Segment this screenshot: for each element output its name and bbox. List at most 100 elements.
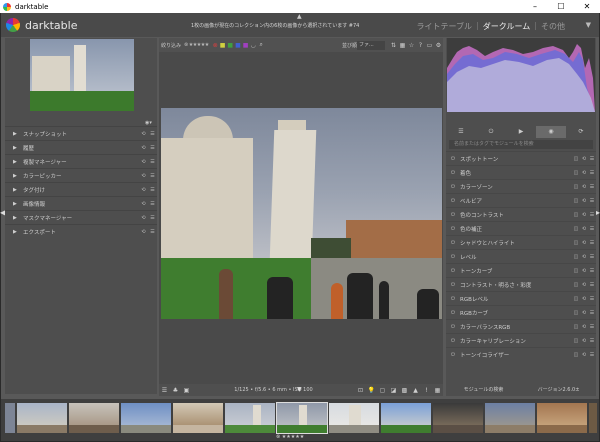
power-icon[interactable]: ⏻ xyxy=(451,324,460,330)
filmstrip-thumbnail[interactable] xyxy=(5,403,15,433)
multi-instance-icon[interactable]: ◫ xyxy=(572,240,580,246)
collapse-top-arrow-icon[interactable]: ▲ xyxy=(297,13,302,20)
view-lighttable[interactable]: ライトテーブル xyxy=(417,21,473,32)
multi-instance-icon[interactable]: ◫ xyxy=(572,324,580,330)
presets-icon[interactable]: ☰ xyxy=(588,240,596,246)
left-module-item[interactable]: ▶ 画像情報 ⟲ ☰ xyxy=(5,196,157,210)
right-module-item[interactable]: ⏻ 色の補正 ◫ ⟲ ☰ xyxy=(446,221,596,235)
right-module-item[interactable]: ⏻ カラーゾーン ◫ ⟲ ☰ xyxy=(446,179,596,193)
shortcuts-icon[interactable]: ▭ xyxy=(425,42,434,49)
power-icon[interactable]: ⏻ xyxy=(451,198,460,204)
reset-icon[interactable]: ⟲ xyxy=(580,268,588,274)
multi-instance-icon[interactable]: ◫ xyxy=(572,170,580,176)
power-icon[interactable]: ⏻ xyxy=(451,282,460,288)
filmstrip-thumbnail-selected[interactable] xyxy=(276,402,328,434)
softproof-icon[interactable]: ▩ xyxy=(399,387,410,394)
tab-color[interactable]: ◉ xyxy=(536,126,566,138)
right-module-item[interactable]: ⏻ レベル ◫ ⟲ ☰ xyxy=(446,249,596,263)
grouping-icon[interactable]: ▦ xyxy=(398,42,407,49)
filmstrip-thumbnail[interactable] xyxy=(485,403,535,433)
color-label-green[interactable]: ■ xyxy=(227,42,233,49)
right-module-item[interactable]: ⏻ RGBカーブ ◫ ⟲ ☰ xyxy=(446,305,596,319)
right-module-item[interactable]: ⏻ 着色 ◫ ⟲ ☰ xyxy=(446,165,596,179)
left-module-item[interactable]: ▶ マスクマネージャー ⟲ ☰ xyxy=(5,210,157,224)
right-module-item[interactable]: ⏻ ベルビア ◫ ⟲ ☰ xyxy=(446,193,596,207)
right-module-item[interactable]: ⏻ スポットトーン ◫ ⟲ ☰ xyxy=(446,151,596,165)
power-icon[interactable]: ⏻ xyxy=(451,170,460,176)
presets-icon[interactable]: ☰ xyxy=(588,310,596,316)
reset-icon[interactable]: ⟲ xyxy=(139,145,148,151)
presets-icon[interactable]: ☰ xyxy=(588,170,596,176)
multi-instance-icon[interactable]: ◫ xyxy=(572,254,580,260)
left-module-item[interactable]: ▶ スナップショット ⟲ ☰ xyxy=(5,126,157,140)
multi-instance-icon[interactable]: ◫ xyxy=(572,268,580,274)
maximize-button[interactable]: ☐ xyxy=(548,2,574,11)
multi-instance-icon[interactable]: ◫ xyxy=(572,156,580,162)
power-icon[interactable]: ⏻ xyxy=(451,254,460,260)
presets-icon[interactable]: ☰ xyxy=(148,145,157,151)
left-module-item[interactable]: ▶ エクスポート ⟲ ☰ xyxy=(5,224,157,238)
reset-icon[interactable]: ⟲ xyxy=(580,310,588,316)
reset-icon[interactable]: ⟲ xyxy=(580,296,588,302)
gear-icon[interactable]: ⚙ xyxy=(434,42,443,49)
image-canvas[interactable] xyxy=(159,52,443,384)
presets-icon[interactable]: ☰ xyxy=(588,254,596,260)
tab-correct[interactable]: ⟳ xyxy=(566,126,596,138)
power-icon[interactable]: ⏻ xyxy=(451,296,460,302)
reset-icon[interactable]: ⟲ xyxy=(580,212,588,218)
multi-instance-icon[interactable]: ◫ xyxy=(572,198,580,204)
power-icon[interactable]: ⏻ xyxy=(451,352,460,358)
rating-filter[interactable]: ⊗ ★★★★★ xyxy=(184,42,209,48)
sort-order-icon[interactable]: ⇅ xyxy=(389,42,398,49)
presets-icon[interactable]: ☰ xyxy=(148,201,157,207)
filmstrip-thumbnail[interactable] xyxy=(225,403,275,433)
gamut-check-icon[interactable]: ▲ xyxy=(410,387,421,394)
presets-icon[interactable]: ☰ xyxy=(588,338,596,344)
presets-icon[interactable]: ☰ xyxy=(148,215,157,221)
power-icon[interactable]: ⏻ xyxy=(451,156,460,162)
presets-icon[interactable]: ☰ xyxy=(148,229,157,235)
color-assessment-icon[interactable]: 💡 xyxy=(366,387,377,394)
reset-icon[interactable]: ⟲ xyxy=(580,324,588,330)
collapse-bottom-arrow-icon[interactable]: ▼ xyxy=(297,386,302,393)
reset-icon[interactable]: ⟲ xyxy=(580,198,588,204)
presets-icon[interactable]: ☰ xyxy=(588,282,596,288)
presets-icon[interactable]: ☰ xyxy=(588,184,596,190)
right-module-item[interactable]: ⏻ RGBレベル ◫ ⟲ ☰ xyxy=(446,291,596,305)
tab-active-modules[interactable]: ⏻ xyxy=(476,126,506,138)
right-module-item[interactable]: ⏻ トーンカーブ ◫ ⟲ ☰ xyxy=(446,263,596,277)
color-label-red[interactable]: ⊗ xyxy=(213,42,218,49)
power-icon[interactable]: ⏻ xyxy=(451,268,460,274)
power-icon[interactable]: ⏻ xyxy=(451,226,460,232)
filmstrip-thumbnail[interactable] xyxy=(17,403,67,433)
guides-icon[interactable]: ▦ xyxy=(432,387,443,394)
module-search-label[interactable]: モジュールの検索 xyxy=(446,386,521,396)
presets-icon[interactable]: ☰ xyxy=(588,156,596,162)
power-icon[interactable]: ⏻ xyxy=(451,310,460,316)
tab-quick-access[interactable]: ☰ xyxy=(446,126,476,138)
presets-icon[interactable]: ☰ xyxy=(148,187,157,193)
presets-icon[interactable]: ☰ xyxy=(148,159,157,165)
styles-icon[interactable]: ♣ xyxy=(170,387,181,394)
navigation-preview[interactable] xyxy=(30,39,134,111)
presets-icon[interactable]: ☰ xyxy=(588,352,596,358)
presets-icon[interactable]: ☰ xyxy=(588,226,596,232)
thumbnail-rating[interactable]: ⊗ ★★★★★ xyxy=(276,434,304,440)
reset-icon[interactable]: ⟲ xyxy=(580,338,588,344)
multi-instance-icon[interactable]: ◫ xyxy=(572,310,580,316)
sort-select[interactable]: ファ... xyxy=(357,40,385,50)
presets-icon[interactable]: ☰ xyxy=(588,268,596,274)
reset-icon[interactable]: ⟲ xyxy=(139,201,148,207)
filmstrip-thumbnail[interactable] xyxy=(121,403,171,433)
reset-icon[interactable]: ⟲ xyxy=(139,215,148,221)
multi-instance-icon[interactable]: ◫ xyxy=(572,338,580,344)
filmstrip-thumbnail[interactable] xyxy=(173,403,223,433)
header-menu-arrow-icon[interactable]: ▼ xyxy=(586,21,591,29)
left-module-item[interactable]: ▶ 複製マネージャー ⟲ ☰ xyxy=(5,154,157,168)
reset-icon[interactable]: ⟲ xyxy=(139,131,148,137)
reset-icon[interactable]: ⟲ xyxy=(139,229,148,235)
module-search-input[interactable]: 名前またはタグでモジュールを検索 xyxy=(449,140,593,149)
right-module-item[interactable]: ⏻ カラーバランスRGB ◫ ⟲ ☰ xyxy=(446,319,596,333)
power-icon[interactable]: ⏻ xyxy=(451,212,460,218)
multi-instance-icon[interactable]: ◫ xyxy=(572,282,580,288)
